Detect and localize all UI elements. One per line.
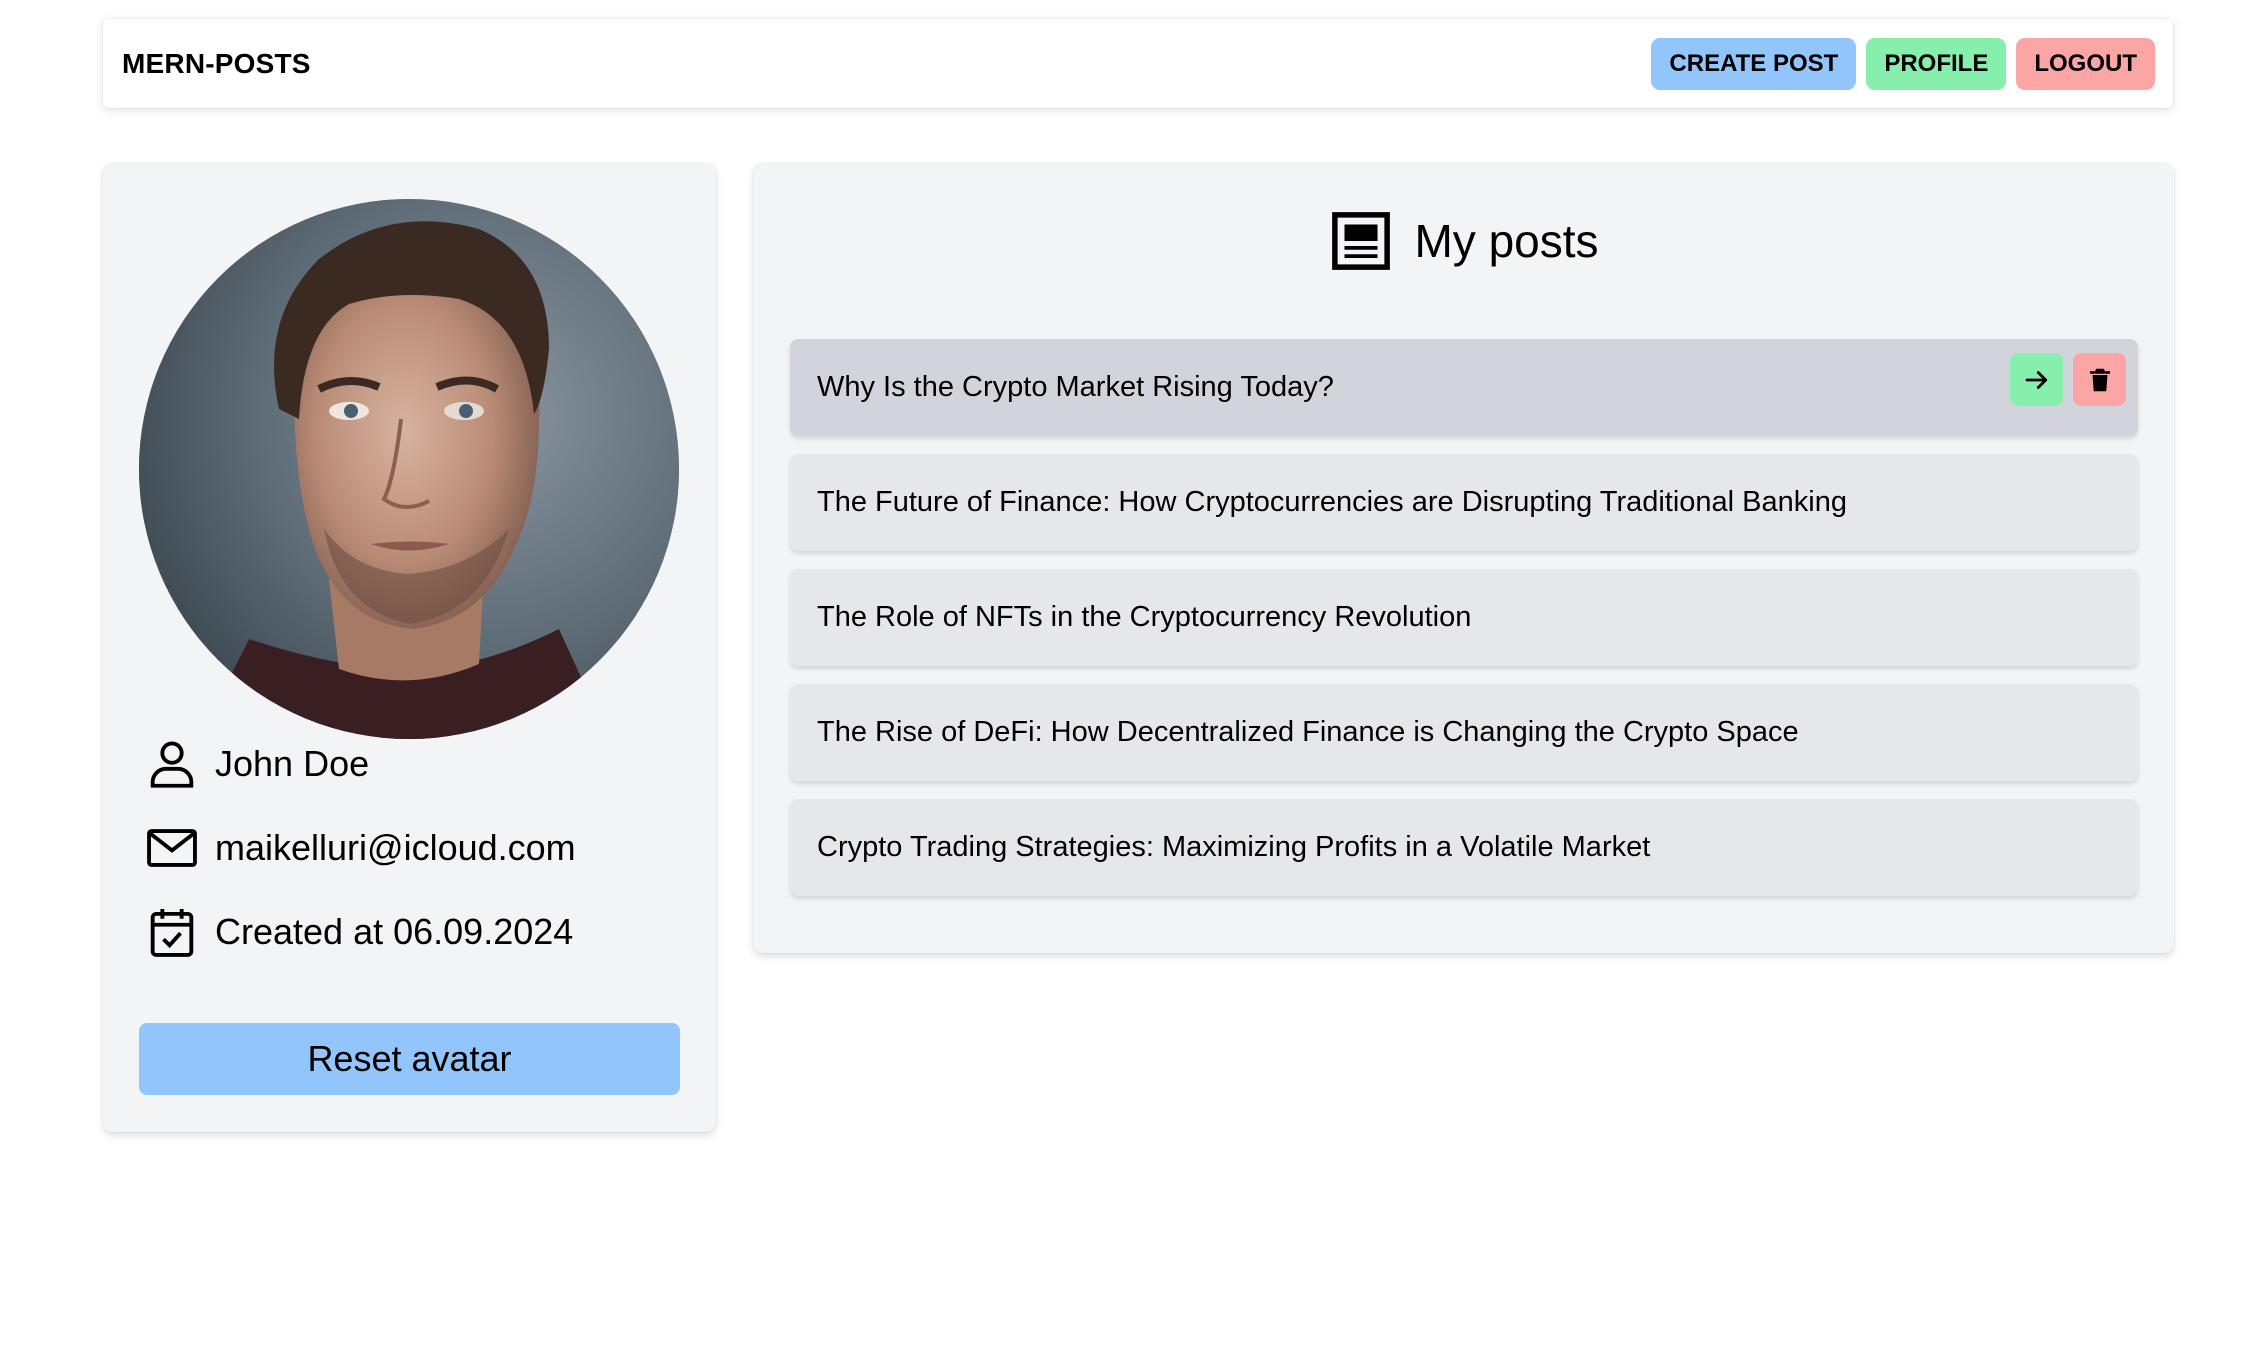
posts-title: My posts	[1414, 215, 1599, 267]
create-post-button[interactable]: CREATE POST	[1651, 37, 1857, 90]
profile-button[interactable]: PROFILE	[1866, 37, 2007, 90]
post-title: Why Is the Crypto Market Rising Today?	[817, 371, 1334, 403]
newspaper-icon	[1332, 212, 1391, 270]
post-item[interactable]: Why Is the Crypto Market Rising Today?	[790, 339, 2138, 436]
posts-card: My posts Why Is the Crypto Market Rising…	[753, 163, 2174, 953]
user-icon	[150, 741, 194, 788]
posts-header: My posts	[753, 208, 2174, 274]
post-title: The Future of Finance: How Cryptocurrenc…	[817, 486, 1847, 518]
avatar-portrait-image	[139, 199, 679, 739]
avatar	[139, 199, 679, 739]
profile-card: John Doe maikelluri@icloud.com Created a…	[103, 163, 716, 1132]
post-title: Crypto Trading Strategies: Maximizing Pr…	[817, 831, 1651, 863]
reset-avatar-button[interactable]: Reset avatar	[139, 1023, 680, 1095]
mail-icon	[147, 829, 197, 867]
logout-button[interactable]: LOGOUT	[2016, 37, 2155, 90]
brand-logo[interactable]: MERN-POSTS	[122, 48, 311, 80]
profile-created-date: Created at 06.09.2024	[215, 911, 574, 952]
profile-created-row: Created at 06.09.2024	[143, 903, 573, 961]
profile-email-row: maikelluri@icloud.com	[143, 819, 576, 877]
arrow-right-icon	[2025, 370, 2047, 389]
post-list: Why Is the Crypto Market Rising Today? T…	[790, 339, 2138, 914]
delete-post-button[interactable]	[2073, 353, 2126, 406]
post-item[interactable]: The Role of NFTs in the Cryptocurrency R…	[790, 569, 2138, 666]
open-post-button[interactable]	[2010, 353, 2063, 406]
trash-icon	[2089, 368, 2110, 391]
post-title: The Role of NFTs in the Cryptocurrency R…	[817, 601, 1472, 633]
post-actions	[2010, 353, 2126, 406]
post-item[interactable]: The Future of Finance: How Cryptocurrenc…	[790, 454, 2138, 551]
calendar-check-icon	[150, 909, 194, 957]
post-item[interactable]: Crypto Trading Strategies: Maximizing Pr…	[790, 799, 2138, 896]
top-navbar: MERN-POSTS CREATE POST PROFILE LOGOUT	[103, 19, 2173, 108]
profile-name: John Doe	[215, 743, 370, 784]
post-item[interactable]: The Rise of DeFi: How Decentralized Fina…	[790, 684, 2138, 781]
profile-email: maikelluri@icloud.com	[215, 827, 576, 868]
nav-buttons: CREATE POST PROFILE LOGOUT	[1651, 37, 2155, 90]
profile-name-row: John Doe	[143, 735, 369, 793]
post-title: The Rise of DeFi: How Decentralized Fina…	[817, 716, 1799, 748]
